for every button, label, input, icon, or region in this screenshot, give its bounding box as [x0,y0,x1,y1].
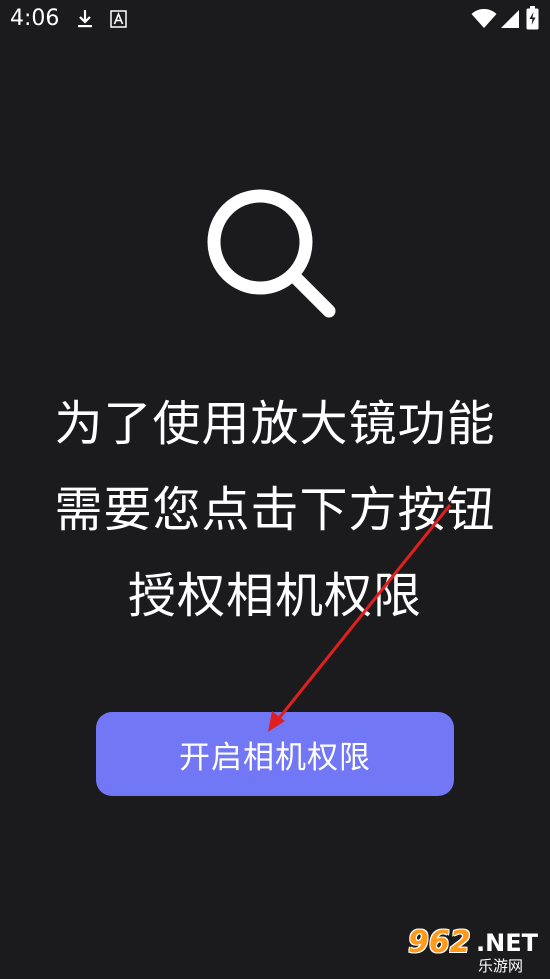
message-line-2: 需要您点击下方按钮 [54,482,496,538]
grant-button-label: 开启相机权限 [179,739,371,776]
status-time: 4:06 [10,6,60,31]
message-line-3: 授权相机权限 [127,568,422,624]
watermark-number: 962 [408,925,471,960]
status-bar: 4:06 [0,0,550,38]
message-line-1: 为了使用放大镜功能 [54,396,496,452]
permission-message: 为了使用放大镜功能 需要您点击下方按钮 授权相机权限 [0,381,550,639]
keyboard-a-icon [110,10,127,28]
site-watermark: 962 .NET 乐游网 [406,925,544,975]
search-icon [207,189,336,318]
watermark-domain: .NET [476,929,538,957]
download-icon [78,10,92,28]
battery-charging-icon [526,6,539,30]
watermark-subtitle: 乐游网 [478,957,524,975]
grant-camera-permission-button[interactable]: 开启相机权限 [96,712,454,796]
signal-icon [501,10,519,28]
wifi-icon [471,9,497,28]
